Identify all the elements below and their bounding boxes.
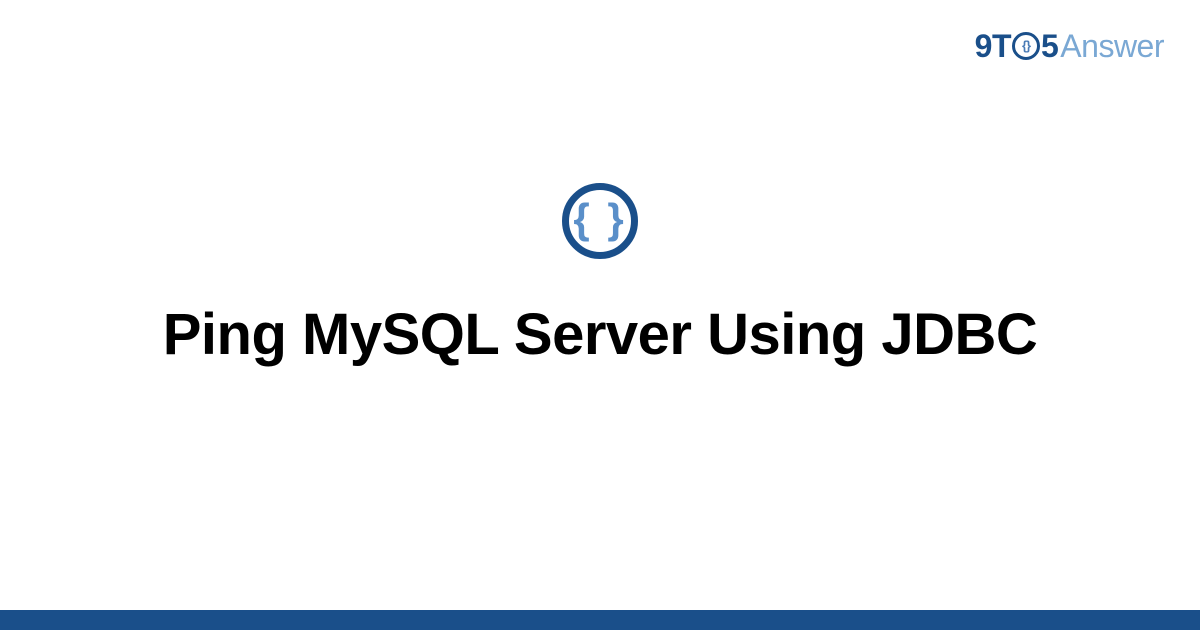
- footer-bar: [0, 610, 1200, 630]
- braces-glyph: { }: [573, 198, 626, 240]
- code-braces-icon: { }: [562, 183, 638, 259]
- content-area: { } Ping MySQL Server Using JDBC: [0, 0, 1200, 610]
- page-title: Ping MySQL Server Using JDBC: [163, 301, 1038, 368]
